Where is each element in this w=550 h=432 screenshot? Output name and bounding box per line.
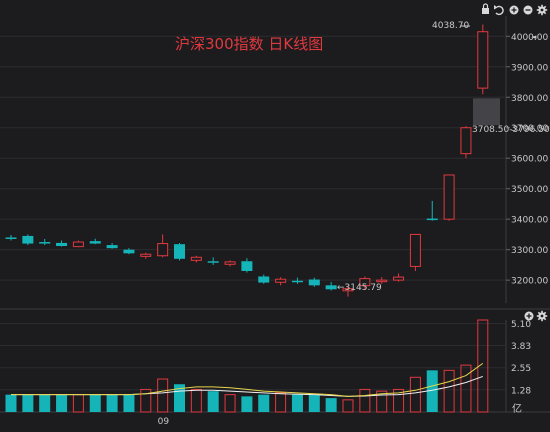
price-axis-label: 3300.00 — [511, 246, 548, 256]
volume-bar-down[interactable] — [308, 394, 320, 412]
candle-body-up[interactable] — [477, 31, 489, 89]
candle-body-down[interactable] — [123, 249, 135, 254]
lock-icon[interactable] — [482, 8, 489, 14]
chart-title: 沪深300指数 日K线图 — [175, 35, 324, 53]
axis-pointer-icon: ◄ — [531, 33, 537, 41]
volume-axis-label: 3.83 — [511, 342, 531, 352]
candle-body-up[interactable] — [443, 174, 455, 220]
candle-body-up[interactable] — [393, 276, 405, 281]
volume-bar-down[interactable] — [325, 398, 337, 412]
price-axis-label: 3500.00 — [511, 185, 548, 195]
volume-bar-down[interactable] — [22, 394, 34, 412]
candle-body-up[interactable] — [409, 233, 421, 267]
volume-bar-down[interactable] — [207, 391, 219, 412]
candle-body-down[interactable] — [39, 242, 51, 244]
volume-axis-label: 5.10 — [511, 320, 531, 330]
price-axis-label: 3600.00 — [511, 155, 548, 165]
candle-body-down[interactable] — [291, 280, 303, 283]
price-axis-label: 3800.00 — [511, 94, 548, 104]
x-axis-label: 09 — [158, 417, 170, 427]
candle-body-up[interactable] — [460, 127, 472, 155]
volume-bar-down[interactable] — [56, 394, 68, 412]
candle-body-down[interactable] — [325, 285, 337, 290]
volume-bar-down[interactable] — [39, 394, 51, 412]
volume-axis-label: 1.28 — [511, 386, 531, 396]
candle-body-down[interactable] — [241, 261, 253, 271]
candle-body-down[interactable] — [258, 276, 270, 283]
crosshair-range-box — [473, 98, 500, 126]
volume-axis-label: 2.55 — [511, 364, 531, 374]
price-axis-label: 4000.00 — [511, 33, 548, 43]
candle-body-down[interactable] — [106, 245, 118, 249]
high-annotation: 4038.70 — [432, 21, 470, 31]
volume-bar-down[interactable] — [291, 394, 303, 412]
candle-body-down[interactable] — [5, 237, 17, 239]
volume-bar-down[interactable] — [106, 394, 118, 412]
volume-bar-down[interactable] — [258, 394, 270, 412]
gear-hole — [540, 314, 544, 318]
gear-hole — [540, 8, 544, 12]
candle-body-down[interactable] — [308, 279, 320, 286]
candle-body-down[interactable] — [174, 244, 185, 259]
candle-body-down[interactable] — [426, 218, 438, 221]
candle-body-up[interactable] — [376, 279, 388, 283]
candle-body-down[interactable] — [56, 242, 68, 246]
candle-body-up[interactable] — [157, 243, 169, 257]
chart-stage: 4000.00 3900.00 3800.00 3700.00 3600.00 3500.… — [0, 0, 550, 428]
volume-bar-down[interactable] — [89, 394, 101, 412]
price-axis-label: 3400.00 — [511, 216, 548, 226]
candle-body-up[interactable] — [275, 278, 287, 283]
candle-body-up[interactable] — [140, 253, 152, 257]
candle-body-up[interactable] — [72, 241, 84, 248]
volume-bar-down[interactable] — [5, 394, 17, 412]
kline-chart[interactable]: 4000.003900.003800.003700.003600.003500.… — [0, 0, 550, 428]
crosshair-range-label: 3708.50-3796.50 — [472, 125, 550, 135]
candle-body-down[interactable] — [207, 261, 219, 263]
candle-body-down[interactable] — [22, 235, 34, 244]
volume-unit-label: 亿 — [512, 404, 522, 415]
chart-background — [0, 0, 550, 428]
price-axis-label: 3200.00 — [511, 277, 548, 287]
volume-bar-down[interactable] — [123, 394, 135, 412]
volume-bar-down[interactable] — [241, 396, 253, 412]
low-annotation: ←3145.79 — [337, 283, 382, 293]
price-axis-label: 3900.00 — [511, 63, 548, 73]
candle-body-up[interactable] — [224, 261, 236, 265]
candle-body-up[interactable] — [190, 256, 202, 261]
candle-body-down[interactable] — [89, 241, 101, 244]
